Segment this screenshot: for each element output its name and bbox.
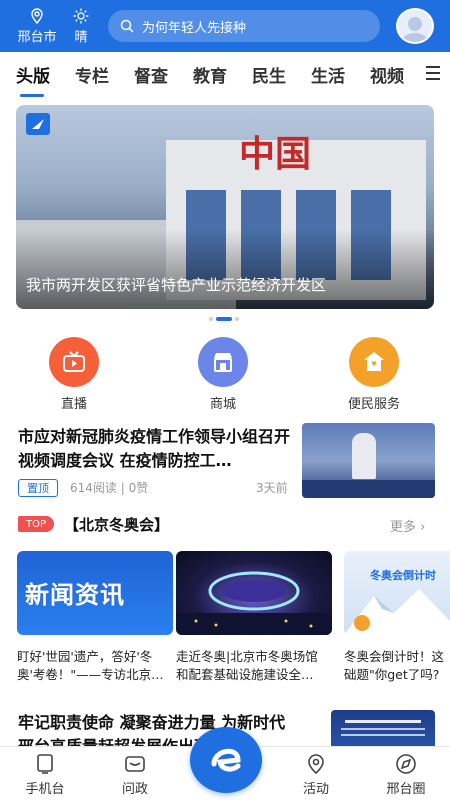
banner-shade bbox=[16, 229, 434, 309]
service-mall-label: 商城 bbox=[209, 397, 236, 412]
headline-banner[interactable]: 中国 我市两开发区获评省特色产业示范经济开发区 bbox=[16, 105, 434, 309]
chevron-right-icon: › bbox=[420, 520, 426, 535]
search-placeholder: 为何年轻人先接种 bbox=[142, 20, 247, 36]
tab-mobile-tv-label: 手机台 bbox=[25, 782, 65, 797]
tab-mobile-tv[interactable]: 手机台 bbox=[10, 753, 80, 797]
avatar[interactable] bbox=[396, 8, 434, 44]
center-home-button[interactable] bbox=[190, 727, 262, 793]
app-logo-icon bbox=[26, 113, 50, 135]
carousel-indicator bbox=[209, 317, 239, 321]
news-stats: 614阅读 | 0赞 bbox=[70, 481, 149, 495]
compass-icon bbox=[396, 754, 416, 774]
topic-title: 【北京冬奥会】 bbox=[64, 516, 170, 534]
city-label: 邢台市 bbox=[17, 29, 57, 45]
tab-life[interactable]: 生活 bbox=[311, 62, 345, 87]
weather-label: 晴 bbox=[74, 29, 88, 45]
service-mall[interactable]: 商城 bbox=[178, 337, 268, 412]
more-link[interactable]: 更多 › bbox=[390, 516, 425, 535]
card-3-text[interactable]: 冬奥会倒计时！这 础题"你get了吗? bbox=[344, 648, 450, 684]
top-badge: TOP bbox=[18, 516, 54, 532]
message-icon bbox=[125, 756, 145, 772]
tab-video[interactable]: 视频 bbox=[370, 62, 404, 87]
search-input[interactable]: 为何年轻人先接种 bbox=[108, 10, 380, 42]
tab-activity[interactable]: 活动 bbox=[281, 753, 351, 797]
card-1-text[interactable]: 盯好'世园'遗产，答好'冬 奥'考卷！"——专访北京… bbox=[17, 648, 177, 684]
tv-icon bbox=[37, 754, 53, 774]
home-service-icon bbox=[349, 337, 399, 387]
news-thumbnail[interactable] bbox=[302, 423, 435, 498]
location-icon bbox=[308, 754, 324, 775]
weather-button[interactable]: 晴 bbox=[60, 8, 102, 45]
pinned-badge: 置顶 bbox=[18, 479, 58, 497]
service-live[interactable]: 直播 bbox=[29, 337, 119, 412]
card-img-text: 新闻资讯 bbox=[25, 581, 125, 609]
live-tv-icon bbox=[49, 337, 99, 387]
tab-activity-label: 活动 bbox=[302, 782, 329, 797]
tab-headline[interactable]: 头版 bbox=[16, 62, 50, 97]
topic-card-1[interactable]: 新闻资讯 bbox=[17, 551, 173, 635]
service-citizen[interactable]: 便民服务 bbox=[329, 337, 419, 412]
card-img-text-3: 冬奥会倒计时 bbox=[370, 569, 436, 582]
news-time: 3天前 bbox=[256, 481, 288, 495]
tab-education[interactable]: 教育 bbox=[193, 62, 227, 87]
more-label: 更多 bbox=[390, 520, 417, 535]
news-thumbnail-2[interactable] bbox=[331, 710, 435, 750]
tab-inspection[interactable]: 督查 bbox=[134, 62, 168, 87]
tab-xingtai-circle-label: 邢台圈 bbox=[386, 782, 426, 797]
news-title[interactable]: 市应对新冠肺炎疫情工作领导小组召开视频调度会议 在疫情防控工… bbox=[18, 425, 290, 473]
menu-icon[interactable] bbox=[426, 66, 440, 80]
app-e-logo-icon bbox=[211, 748, 241, 772]
mountain-graphic bbox=[344, 589, 450, 635]
channel-tabs: 头版 专栏 督查 教育 民生 生活 视频 bbox=[0, 52, 450, 97]
tab-livelihood[interactable]: 民生 bbox=[252, 62, 286, 87]
tab-inquiry-label: 问政 bbox=[121, 782, 148, 797]
stadium-graphic bbox=[176, 571, 332, 635]
card-2-text[interactable]: 走近冬奥|北京市冬奥场馆 和配套基础设施建设全… bbox=[176, 648, 336, 684]
banner-caption: 我市两开发区获评省特色产业示范经济开发区 bbox=[26, 276, 327, 294]
tab-column[interactable]: 专栏 bbox=[75, 62, 109, 87]
service-live-label: 直播 bbox=[60, 397, 87, 412]
tab-xingtai-circle[interactable]: 邢台圈 bbox=[371, 753, 441, 797]
top-header: 邢台市 晴 为何年轻人先接种 bbox=[0, 0, 450, 52]
sun-icon bbox=[73, 8, 89, 23]
location-button[interactable]: 邢台市 bbox=[16, 7, 58, 45]
topic-card-2[interactable] bbox=[176, 551, 332, 635]
banner-sign-text: 中国 bbox=[239, 133, 312, 175]
user-icon bbox=[402, 17, 428, 42]
store-icon bbox=[198, 337, 248, 387]
tab-inquiry[interactable]: 问政 bbox=[100, 753, 170, 797]
location-pin-icon bbox=[31, 7, 43, 24]
service-citizen-label: 便民服务 bbox=[347, 397, 400, 412]
topic-card-3[interactable]: 冬奥会倒计时 bbox=[344, 551, 450, 635]
search-icon bbox=[120, 19, 134, 33]
